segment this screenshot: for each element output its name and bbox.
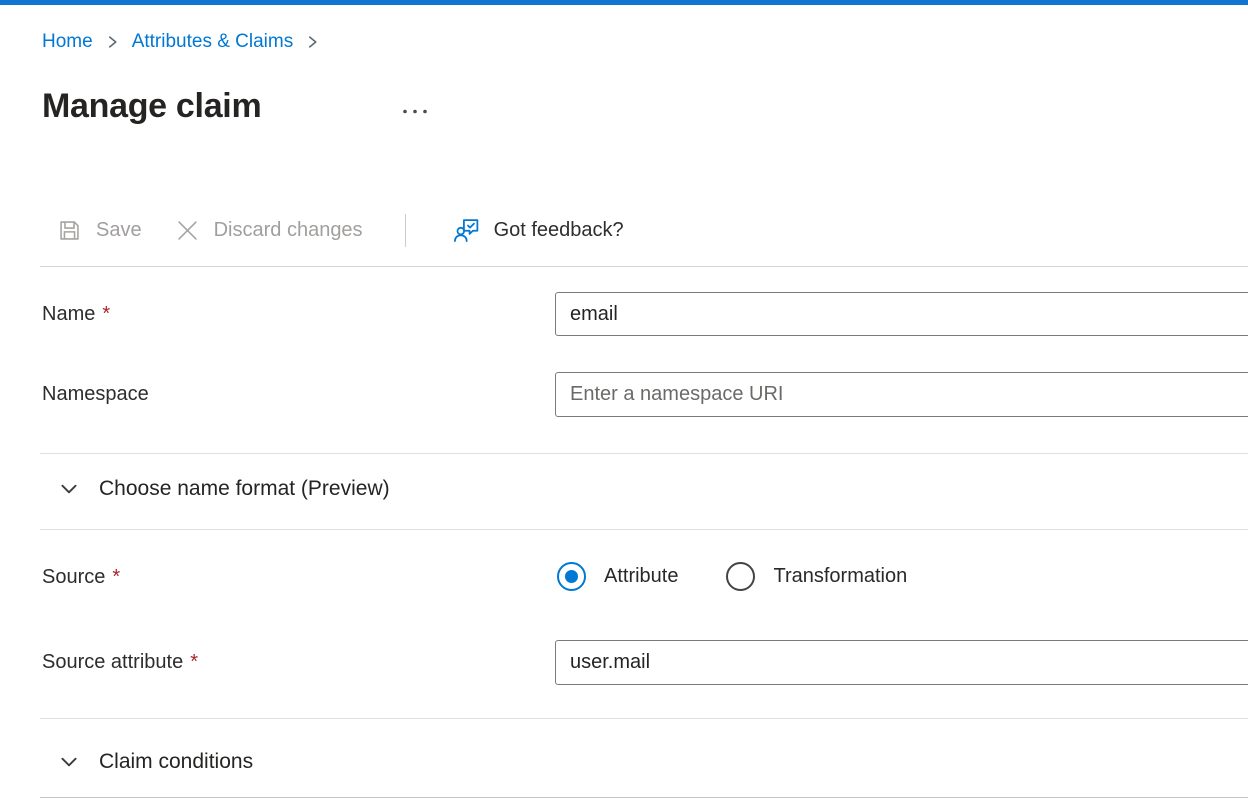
section-divider xyxy=(40,718,1248,719)
section-divider xyxy=(40,797,1248,798)
manage-claim-page: Home Attributes & Claims Manage claim Sa… xyxy=(0,0,1248,805)
section-divider xyxy=(40,529,1248,530)
ellipsis-icon xyxy=(401,107,429,116)
toolbar-bottom-divider xyxy=(40,266,1248,267)
section-divider xyxy=(40,453,1248,454)
radio-attribute[interactable]: Attribute xyxy=(557,562,678,591)
save-icon xyxy=(56,217,83,244)
namespace-field-label: Namespace xyxy=(42,372,149,417)
required-asterisk: * xyxy=(102,303,110,326)
required-asterisk: * xyxy=(112,566,120,589)
discard-changes-label: Discard changes xyxy=(214,219,363,242)
got-feedback-label: Got feedback? xyxy=(494,219,624,242)
x-icon xyxy=(174,217,201,244)
radio-transformation-label: Transformation xyxy=(773,565,907,588)
command-bar: Save Discard changes Got feedback? xyxy=(56,210,624,250)
chevron-down-icon xyxy=(58,478,80,500)
chevron-right-icon xyxy=(106,33,119,51)
save-button[interactable]: Save xyxy=(56,217,142,244)
breadcrumb-home[interactable]: Home xyxy=(42,31,93,53)
feedback-icon xyxy=(452,216,481,245)
source-attribute-field-label: Source attribute* xyxy=(42,640,198,685)
context-menu-button[interactable] xyxy=(398,98,432,124)
radio-attribute-label: Attribute xyxy=(604,565,678,588)
got-feedback-button[interactable]: Got feedback? xyxy=(452,216,624,245)
source-field-label: Source* xyxy=(42,560,120,594)
section-claim-conditions[interactable]: Claim conditions xyxy=(42,740,253,784)
name-input[interactable] xyxy=(555,292,1248,336)
toolbar-divider xyxy=(405,214,406,247)
section-choose-name-format[interactable]: Choose name format (Preview) xyxy=(42,467,390,511)
namespace-input[interactable] xyxy=(555,372,1248,417)
radio-button-icon xyxy=(726,562,755,591)
chevron-right-icon xyxy=(306,33,319,51)
source-attribute-input[interactable] xyxy=(555,640,1248,685)
section-label: Choose name format (Preview) xyxy=(99,477,390,501)
breadcrumb: Home Attributes & Claims xyxy=(42,28,319,56)
source-radio-group: Attribute Transformation xyxy=(557,562,907,591)
radio-transformation[interactable]: Transformation xyxy=(726,562,907,591)
page-title: Manage claim xyxy=(42,84,261,128)
blade-top-accent-bar xyxy=(0,0,1248,5)
radio-button-icon xyxy=(557,562,586,591)
breadcrumb-attributes-claims[interactable]: Attributes & Claims xyxy=(132,31,294,53)
required-asterisk: * xyxy=(190,651,198,674)
discard-changes-button[interactable]: Discard changes xyxy=(174,217,363,244)
section-label: Claim conditions xyxy=(99,750,253,774)
name-field-label: Name* xyxy=(42,292,110,336)
chevron-down-icon xyxy=(58,751,80,773)
save-label: Save xyxy=(96,219,142,242)
